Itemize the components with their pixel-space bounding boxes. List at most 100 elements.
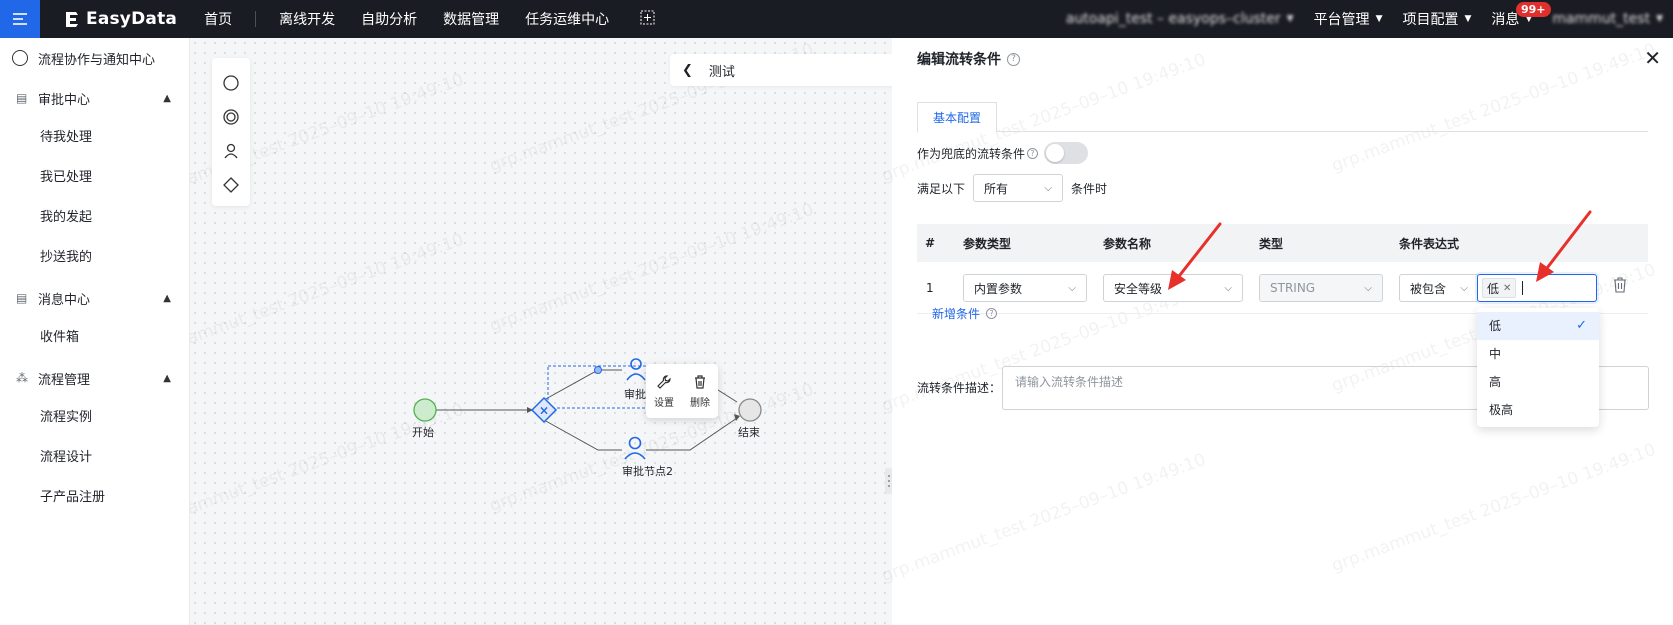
param-name-select[interactable]: 安全等级 ⌵ xyxy=(1103,274,1243,302)
start-node-label: 开始 xyxy=(412,426,434,439)
operator-select[interactable]: 被包含 ⌵ xyxy=(1399,274,1479,302)
logo-icon xyxy=(66,12,78,27)
help-icon[interactable]: ? xyxy=(1027,147,1039,159)
table-header: # 参数类型 参数名称 类型 条件表达式 xyxy=(917,224,1648,262)
sidebar-group-label: 流程管理 xyxy=(38,372,91,388)
option-label: 高 xyxy=(1489,375,1502,389)
satisfy-prefix: 满足以下 xyxy=(917,181,966,196)
start-node xyxy=(413,398,437,422)
edge-approval1-end xyxy=(717,389,738,403)
user-menu[interactable]: mammut_test ▼ xyxy=(1552,11,1663,27)
topbar-right: autoapi_test – easyops–cluster ▼ 平台管理 ▼ 项目… xyxy=(1056,0,1673,38)
caret-down-icon: ▼ xyxy=(1464,14,1472,24)
sidebar-group-approval[interactable]: ▤ 审批中心 ▲ xyxy=(0,78,189,118)
app-logo[interactable]: EasyData xyxy=(64,9,177,29)
satisfy-suffix: 条件时 xyxy=(1071,181,1108,196)
match-mode-value: 所有 xyxy=(984,181,1009,196)
description-label: 流转条件描述： xyxy=(917,381,1002,395)
project-config-menu[interactable]: 项目配置 ▼ xyxy=(1402,9,1471,29)
col-param-name: 参数名称 xyxy=(1103,236,1152,251)
approval2-label: 审批节点2 xyxy=(622,465,673,478)
cluster-label: autoapi_test – easyops–cluster xyxy=(1065,11,1281,27)
clipboard-icon: ▤ xyxy=(16,291,28,305)
operator-value: 被包含 xyxy=(1410,281,1447,296)
nav-divider xyxy=(255,11,257,27)
delete-button[interactable]: 删除 xyxy=(690,374,710,409)
end-node xyxy=(738,398,762,422)
tag-close-icon[interactable]: ✕ xyxy=(1503,283,1511,294)
text-cursor xyxy=(1522,281,1524,295)
chevron-down-icon: ⌵ xyxy=(1364,282,1372,294)
fallback-row: 作为兜底的流转条件 ? xyxy=(917,142,1089,164)
option-medium[interactable]: 中 xyxy=(1477,340,1599,368)
menu-icon[interactable] xyxy=(0,0,40,38)
panel-title: 编辑流转条件 ? xyxy=(917,49,1020,69)
value-options-dropdown: 低 ✓ 中 高 极高 xyxy=(1477,308,1599,427)
sidebar-title: 流程协作与通知中心 xyxy=(38,52,156,68)
platform-admin-menu[interactable]: 平台管理 ▼ xyxy=(1314,9,1383,29)
sidebar-item-pending[interactable]: 待我处理 xyxy=(0,118,189,158)
watermark: grp.mammut_test 2025–09–10 19:49:10 xyxy=(878,449,1209,587)
col-expression: 条件表达式 xyxy=(1399,236,1460,251)
logo-text: EasyData xyxy=(86,9,178,29)
top-navigation-bar: EasyData 首页 离线开发 自助分析 数据管理 任务运维中心 autoap… xyxy=(0,0,1673,38)
help-icon[interactable]: ? xyxy=(986,308,998,319)
panel-tabs: 基本配置 xyxy=(917,102,1648,133)
add-condition-button[interactable]: 新增条件 ? xyxy=(932,305,998,322)
nav-task-ops[interactable]: 任务运维中心 xyxy=(512,9,622,29)
node-context-menu: 设置 删除 xyxy=(646,364,718,418)
close-icon[interactable]: ✕ xyxy=(1644,48,1661,68)
delete-row-icon[interactable] xyxy=(1613,277,1627,296)
trash-icon xyxy=(695,374,705,389)
option-high[interactable]: 高 xyxy=(1477,368,1599,396)
sidebar-item-processed[interactable]: 我已处理 xyxy=(0,158,189,198)
type-select: STRING ⌵ xyxy=(1259,274,1383,302)
option-low[interactable]: 低 ✓ xyxy=(1477,312,1599,340)
add-tab-icon[interactable] xyxy=(640,10,655,29)
cluster-selector[interactable]: autoapi_test – easyops–cluster ▼ xyxy=(1066,11,1294,27)
chevron-up-icon: ▲ xyxy=(163,372,171,384)
tab-basic-config[interactable]: 基本配置 xyxy=(917,102,997,133)
sidebar-item-cc[interactable]: 抄送我的 xyxy=(0,238,189,278)
nav-offline-dev[interactable]: 离线开发 xyxy=(266,9,348,29)
sidebar-item-subproduct[interactable]: 子产品注册 xyxy=(0,478,189,518)
caret-down-icon: ▼ xyxy=(1656,14,1663,24)
add-condition-label: 新增条件 xyxy=(932,307,981,321)
flow-canvas[interactable]: grp.mammut_test 2025–09–10 19:49:10 grp.… xyxy=(190,38,892,625)
sidebar-item-inbox[interactable]: 收件箱 xyxy=(0,318,189,358)
value-tag: 低 ✕ xyxy=(1482,278,1517,298)
sidebar-group-messages[interactable]: ▤ 消息中心 ▲ xyxy=(0,278,189,318)
chevron-down-icon: ⌵ xyxy=(1224,282,1232,294)
toggle-knob xyxy=(1046,144,1065,162)
param-type-select[interactable]: 内置参数 ⌵ xyxy=(963,274,1087,302)
match-mode-select[interactable]: 所有 ⌵ xyxy=(973,174,1064,202)
sidebar-item-instances[interactable]: 流程实例 xyxy=(0,398,189,438)
table-row: 1 内置参数 ⌵ 安全等级 ⌵ STRING ⌵ 被包含 ⌵ 低 ✕ xyxy=(917,262,1648,314)
sidebar-item-design[interactable]: 流程设计 xyxy=(0,438,189,478)
nav-self-analysis[interactable]: 自助分析 xyxy=(348,9,430,29)
option-very-high[interactable]: 极高 xyxy=(1477,396,1599,424)
help-icon[interactable]: ? xyxy=(1007,52,1020,66)
sidebar-item-initiated[interactable]: 我的发起 xyxy=(0,198,189,238)
fallback-label: 作为兜底的流转条件 xyxy=(917,146,1026,161)
panel-resize-handle[interactable] xyxy=(885,468,892,494)
nav-home[interactable]: 首页 xyxy=(191,9,245,29)
chevron-down-icon: ⌵ xyxy=(1460,282,1468,294)
approval1-user-icon xyxy=(626,358,646,381)
end-node-label: 结束 xyxy=(738,426,760,439)
svg-text:×: × xyxy=(539,404,549,418)
col-index: # xyxy=(925,236,936,250)
platform-admin-label: 平台管理 xyxy=(1313,12,1370,28)
fallback-toggle[interactable] xyxy=(1044,142,1089,164)
caret-down-icon: ▼ xyxy=(1286,14,1294,24)
option-label: 中 xyxy=(1489,347,1502,361)
nav-data-management[interactable]: 数据管理 xyxy=(430,9,512,29)
satisfy-row: 满足以下 所有 ⌵ 条件时 xyxy=(917,174,1107,202)
col-param-type: 参数类型 xyxy=(963,236,1012,251)
sidebar-group-label: 审批中心 xyxy=(38,92,91,108)
value-tag-input[interactable]: 低 ✕ xyxy=(1477,274,1597,302)
approval2-user-icon xyxy=(624,436,646,460)
watermark: grp.mammut_test 2025–09–10 19:49:10 xyxy=(1328,439,1659,577)
settings-button[interactable]: 设置 xyxy=(654,374,674,409)
sidebar-group-process[interactable]: ⁂ 流程管理 ▲ xyxy=(0,358,189,398)
